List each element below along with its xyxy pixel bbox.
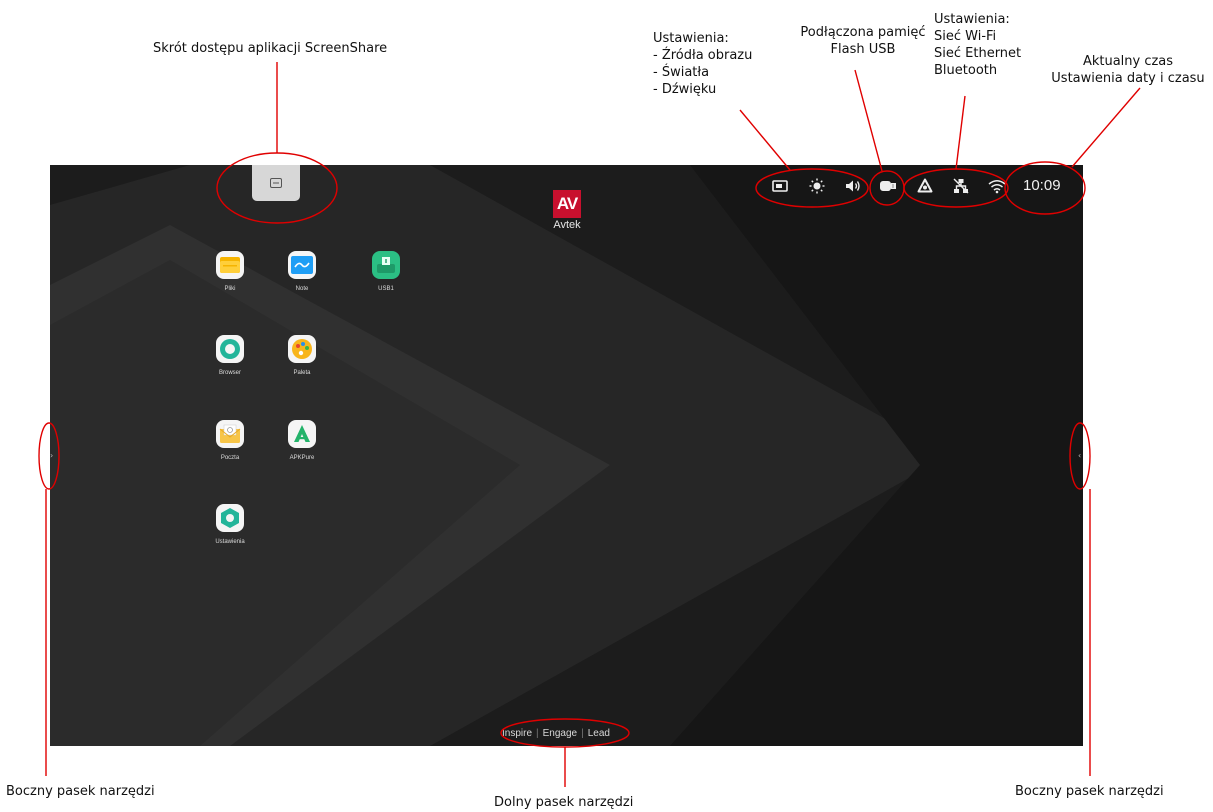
source-icon[interactable]: [771, 177, 789, 195]
avtek-logo: AV Avtek: [545, 190, 589, 231]
separator: |: [581, 727, 584, 739]
app-label: Pliki: [224, 286, 236, 292]
left-sidebar-handle[interactable]: ›: [50, 451, 54, 461]
caption-line: Bluetooth: [934, 63, 998, 78]
app-usb1[interactable]: USB1: [356, 251, 416, 292]
mail-icon: [216, 420, 244, 448]
callout-line: [1071, 87, 1141, 168]
app-browser[interactable]: Browser: [200, 335, 260, 376]
caption-line: Ustawienia:: [653, 31, 729, 46]
logo-mark: AV: [553, 190, 581, 218]
bottom-item-lead[interactable]: Lead: [588, 728, 610, 739]
ethernet-icon[interactable]: [952, 177, 970, 195]
volume-icon[interactable]: [844, 177, 862, 195]
app-label: Poczta: [220, 455, 240, 461]
app-label: Ustawienia: [215, 539, 245, 545]
caption-line: Flash USB: [830, 42, 896, 57]
bottom-toolbar[interactable]: Inspire | Engage | Lead: [502, 726, 610, 740]
app-label: USB1: [378, 286, 394, 292]
brightness-icon[interactable]: [808, 177, 826, 195]
usb-icon[interactable]: [879, 177, 897, 195]
palette-icon: [288, 335, 316, 363]
folder-icon: [216, 251, 244, 279]
caption-line: - Źródła obrazu: [653, 48, 753, 63]
note-icon: [288, 251, 316, 279]
caption-line: Ustawienia:: [934, 12, 1010, 27]
apkpure-icon: [288, 420, 316, 448]
clock[interactable]: 10:09: [1023, 177, 1061, 194]
caption-line: - Dźwięku: [653, 82, 717, 97]
caption-network: Ustawienia: Sieć Wi-Fi Sieć Ethernet Blu…: [934, 11, 1021, 79]
app-note[interactable]: Note: [272, 251, 332, 292]
caption-line: Podłączona pamięć: [800, 25, 926, 40]
caption-right-sidebar: Boczny pasek narzędzi: [1015, 784, 1164, 799]
bluetooth-icon[interactable]: [916, 177, 934, 195]
caption-bottom-bar: Dolny pasek narzędzi: [494, 795, 634, 810]
caption-line: Sieć Wi-Fi: [934, 29, 997, 44]
separator: |: [536, 727, 539, 739]
app-label: APKPure: [289, 455, 315, 461]
caption-usb: Podłączona pamięć Flash USB: [793, 24, 933, 58]
right-sidebar-handle[interactable]: ‹: [1078, 451, 1082, 461]
browser-icon: [216, 335, 244, 363]
screenshare-icon: [270, 178, 282, 188]
app-pliki[interactable]: Pliki: [200, 251, 260, 292]
callout-line: [955, 95, 966, 170]
app-label: Note: [295, 286, 309, 292]
caption-settings-source: Ustawienia: - Źródła obrazu - Światła - …: [653, 30, 752, 98]
caption-time: Aktualny czas Ustawienia daty i czasu: [1043, 53, 1213, 87]
settings-icon: [216, 504, 244, 532]
caption-line: Aktualny czas: [1082, 54, 1174, 69]
caption-screenshare: Skrót dostępu aplikacji ScreenShare: [153, 41, 388, 56]
bottom-item-engage[interactable]: Engage: [543, 728, 577, 739]
app-label: Browser: [218, 370, 241, 376]
usb-drive-icon: [372, 251, 400, 279]
app-poczta[interactable]: Poczta: [200, 420, 260, 461]
app-apkpure[interactable]: APKPure: [272, 420, 332, 461]
bottom-item-inspire[interactable]: Inspire: [502, 728, 532, 739]
logo-name: Avtek: [553, 219, 581, 231]
caption-left-sidebar: Boczny pasek narzędzi: [6, 784, 155, 799]
caption-line: - Światła: [653, 65, 710, 80]
app-paleta[interactable]: Paleta: [272, 335, 332, 376]
app-ustawienia[interactable]: Ustawienia: [200, 504, 260, 545]
caption-line: Ustawienia daty i czasu: [1051, 71, 1205, 86]
callout-line: [739, 109, 791, 171]
callout-line: [854, 69, 883, 172]
caption-line: Sieć Ethernet: [934, 46, 1022, 61]
display-screen: AV Avtek 10:09 Pliki Note USB1 Browser P…: [50, 165, 1083, 746]
app-label: Paleta: [293, 370, 311, 376]
wifi-icon[interactable]: [988, 177, 1006, 195]
screenshare-shortcut[interactable]: [252, 165, 300, 201]
